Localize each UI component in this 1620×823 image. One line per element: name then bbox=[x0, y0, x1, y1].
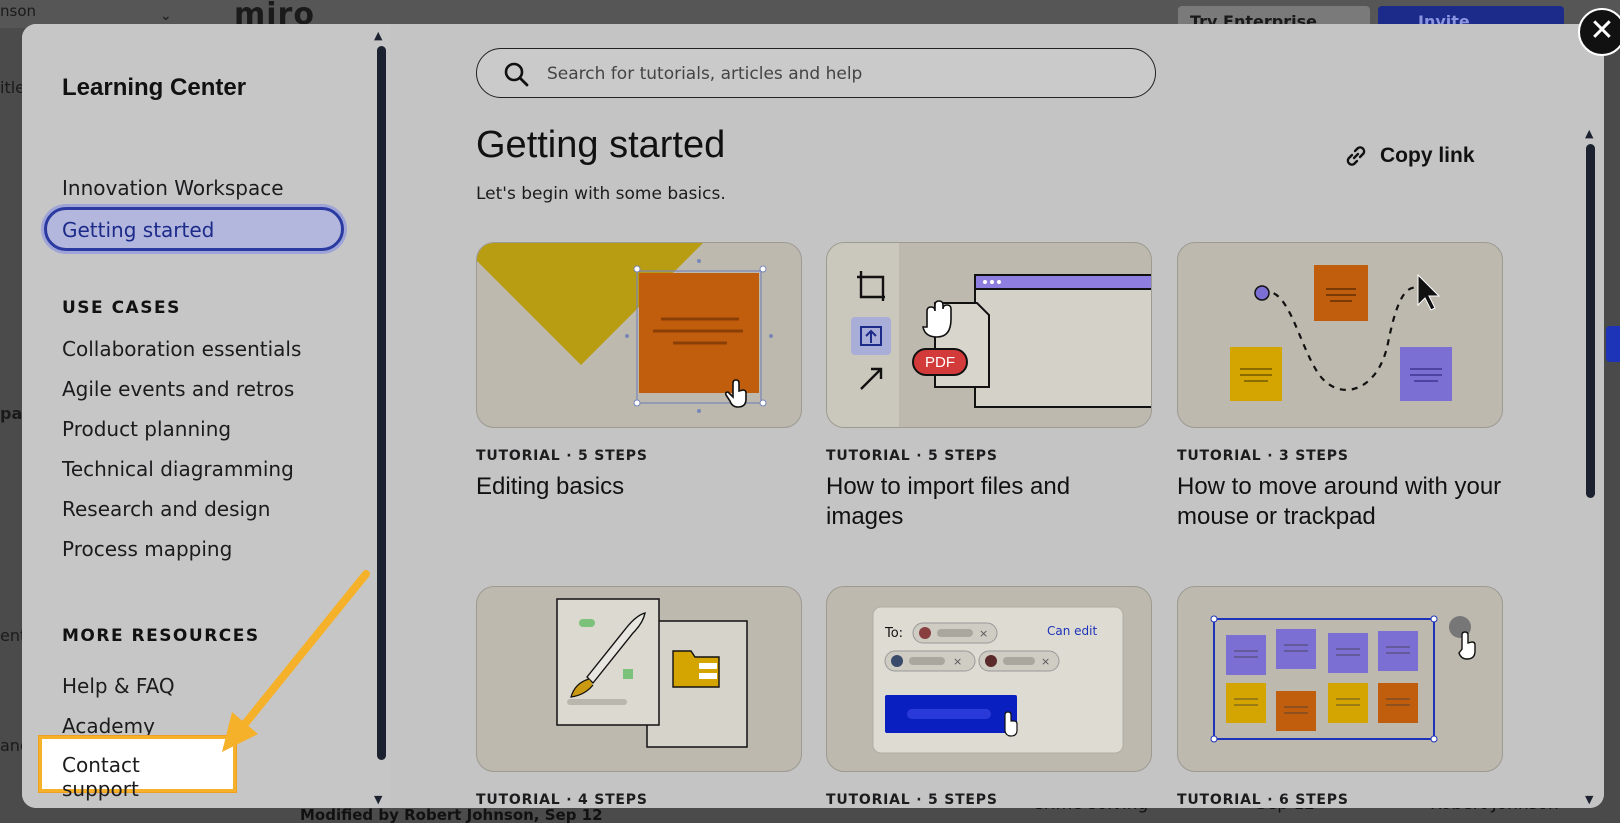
permission-label: Can edit bbox=[1047, 624, 1097, 638]
tutorial-card-editing-basics[interactable]: TUTORIAL · 5 STEPS Editing basics bbox=[476, 242, 802, 502]
tutorial-card-move-around[interactable]: TUTORIAL · 3 STEPS How to move around wi… bbox=[1177, 242, 1503, 532]
learning-center-main: Getting started Let's begin with some ba… bbox=[390, 24, 1604, 808]
page-title: Getting started bbox=[476, 124, 726, 166]
background-user-name: nson bbox=[0, 2, 37, 20]
svg-text:×: × bbox=[953, 655, 962, 668]
tutorial-card-import-files[interactable]: PDF TUTORIAL · 5 STEPS How to import fil… bbox=[826, 242, 1152, 532]
sticky-note-illustration bbox=[476, 242, 802, 428]
learning-center-sidebar: Learning Center Innovation Workspace Get… bbox=[22, 24, 390, 808]
page-subtitle: Let's begin with some basics. bbox=[476, 184, 726, 204]
card-meta: TUTORIAL · 5 STEPS bbox=[826, 792, 998, 808]
sidebar-item-innovation-workspace[interactable]: Innovation Workspace bbox=[62, 176, 284, 200]
card-title: How to import files and images bbox=[826, 473, 1071, 530]
copy-link-label: Copy link bbox=[1380, 144, 1475, 167]
card-meta: TUTORIAL · 5 STEPS bbox=[476, 448, 648, 464]
card-meta: TUTORIAL · 6 STEPS bbox=[1177, 792, 1349, 808]
sidebar-item-contact-support[interactable]: Contact support bbox=[39, 736, 236, 801]
sidebar-item-product-planning[interactable]: Product planning bbox=[62, 417, 231, 441]
sidebar-item-collaboration-essentials[interactable]: Collaboration essentials bbox=[62, 337, 301, 361]
sidebar-scrollbar[interactable] bbox=[377, 46, 386, 760]
sidebar-item-technical-diagramming[interactable]: Technical diagramming bbox=[62, 457, 294, 481]
learning-center-title: Learning Center bbox=[62, 74, 247, 101]
chevron-down-icon: ⌄ bbox=[160, 8, 172, 24]
share-illustration: To: × Can edit × × bbox=[826, 586, 1152, 772]
tutorial-card-6[interactable]: TUTORIAL · 6 STEPS bbox=[1177, 586, 1503, 808]
navigation-illustration bbox=[1177, 242, 1503, 428]
import-pdf-illustration: PDF bbox=[826, 242, 1152, 428]
sidebar-item-help-faq[interactable]: Help & FAQ bbox=[62, 674, 175, 698]
close-modal-button[interactable]: ✕ bbox=[1578, 8, 1620, 56]
link-icon bbox=[1346, 146, 1366, 166]
sidebar-item-process-mapping[interactable]: Process mapping bbox=[62, 537, 232, 561]
learning-center-modal: Learning Center Innovation Workspace Get… bbox=[22, 24, 1604, 808]
main-scroll-down-icon[interactable]: ▼ bbox=[1585, 794, 1593, 805]
pdf-label: PDF bbox=[925, 354, 955, 371]
card-title: How to move around with your mouse or tr… bbox=[1177, 473, 1502, 530]
tutorial-card-5[interactable]: To: × Can edit × × TUTORIAL · 5 STEPS bbox=[826, 586, 1152, 808]
search-icon bbox=[504, 62, 529, 87]
card-meta: TUTORIAL · 5 STEPS bbox=[826, 448, 998, 464]
search-input[interactable] bbox=[547, 61, 1127, 87]
more-resources-heading: MORE RESOURCES bbox=[62, 626, 260, 646]
rocket-illustration bbox=[476, 586, 802, 772]
card-meta: TUTORIAL · 3 STEPS bbox=[1177, 448, 1349, 464]
close-icon: ✕ bbox=[1589, 13, 1615, 48]
card-meta: TUTORIAL · 4 STEPS bbox=[476, 792, 648, 808]
svg-text:×: × bbox=[1041, 655, 1050, 668]
sidebar-item-academy[interactable]: Academy bbox=[62, 714, 155, 738]
use-cases-heading: USE CASES bbox=[62, 298, 181, 318]
sticky-grid-illustration bbox=[1177, 586, 1503, 772]
sidebar-item-agile-events[interactable]: Agile events and retros bbox=[62, 377, 294, 401]
search-bar[interactable] bbox=[476, 48, 1156, 98]
to-label: To: bbox=[884, 626, 903, 641]
main-scrollbar[interactable] bbox=[1586, 144, 1595, 498]
background-plus-button bbox=[1606, 326, 1620, 362]
sidebar-item-getting-started[interactable]: Getting started bbox=[44, 207, 344, 251]
card-title: Editing basics bbox=[476, 473, 625, 500]
copy-link-button[interactable]: Copy link bbox=[1342, 142, 1475, 170]
tutorial-card-4[interactable]: TUTORIAL · 4 STEPS bbox=[476, 586, 802, 808]
main-scroll-up-icon[interactable]: ▲ bbox=[1585, 128, 1593, 139]
scroll-up-icon[interactable]: ▲ bbox=[374, 30, 382, 41]
scroll-down-icon[interactable]: ▼ bbox=[374, 794, 382, 805]
sidebar-item-research-and-design[interactable]: Research and design bbox=[62, 497, 270, 521]
svg-text:×: × bbox=[979, 627, 988, 640]
background-modified-text: Modified by Robert Johnson, Sep 12 bbox=[300, 806, 603, 823]
